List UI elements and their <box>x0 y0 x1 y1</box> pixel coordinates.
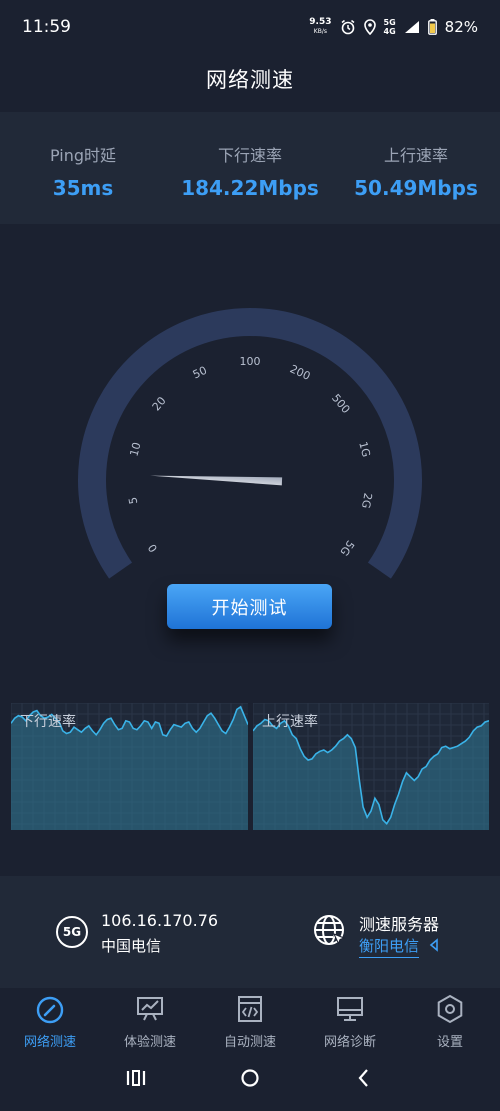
page-title: 网络测速 <box>206 68 294 92</box>
gauge-tick-label: 1G <box>356 440 373 458</box>
network-type-indicator: 5G 4G <box>384 18 396 36</box>
network-type-badge: 5G <box>56 916 88 948</box>
metrics-panel: Ping时延 35ms 下行速率 184.22Mbps 上行速率 50.49Mb… <box>0 112 500 224</box>
download-chart-label: 下行速率 <box>20 714 76 730</box>
gauge-tick-label: 0 <box>146 541 161 554</box>
gauge-tick-label: 2G <box>359 492 374 510</box>
gauge-tick-label: 10 <box>127 441 143 458</box>
nav-label: 网络诊断 <box>323 1035 376 1050</box>
upload-label: 上行速率 <box>383 146 448 165</box>
gauge-tick-label: 50 <box>191 364 209 382</box>
gauge-needle <box>150 475 283 486</box>
gauge-tick-label: 5G <box>337 538 357 558</box>
nav-label: 自动测速 <box>223 1035 276 1050</box>
speedometer-icon <box>36 996 64 1024</box>
recent-apps-icon[interactable] <box>125 1067 147 1089</box>
network-speed-unit: KB/s <box>313 28 327 35</box>
bottom-navigation: 网络测速 体验测速 自动测速 网络诊断 设置 <box>0 990 500 1052</box>
hexagon-settings-icon <box>437 994 463 1024</box>
ping-label: Ping时延 <box>49 146 117 165</box>
ping-value: 35ms <box>52 176 114 200</box>
nav-label: 体验测速 <box>123 1035 176 1050</box>
monitor-icon <box>337 997 363 1021</box>
gauge-tick-labels: 0 5 10 20 50 100 200 500 1G 2G 5G <box>126 355 374 558</box>
nav-tab-network-diagnosis[interactable]: 网络诊断 <box>300 990 400 1052</box>
location-icon <box>363 19 376 35</box>
start-test-button[interactable]: 开始测试 <box>167 584 332 629</box>
ip-address: 106.16.170.76 <box>101 911 219 930</box>
status-icons: 9.53 KB/s 5G 4G 82% <box>309 14 478 40</box>
nav-tab-auto-speedtest[interactable]: 自动测速 <box>200 990 300 1052</box>
globe-icon <box>314 915 346 945</box>
network-speed-indicator: 9.53 KB/s <box>309 18 331 36</box>
download-speed-chart: 下行速率 <box>11 703 248 830</box>
nav-label: 网络测速 <box>23 1035 76 1050</box>
battery-percentage: 82% <box>444 18 478 36</box>
code-file-icon <box>238 996 262 1022</box>
network-type-line1: 5G <box>383 18 396 27</box>
server-name-link[interactable]: 衡阳电信 <box>359 935 420 958</box>
nav-tab-settings[interactable]: 设置 <box>400 990 500 1052</box>
upload-value: 50.49Mbps <box>354 176 478 200</box>
battery-icon <box>427 19 437 35</box>
gauge-tick-label: 20 <box>150 394 169 413</box>
upload-metric: 上行速率 50.49Mbps <box>333 142 499 200</box>
gauge-tick-label: 5 <box>126 496 140 505</box>
download-metric: 下行速率 184.22Mbps <box>167 142 333 200</box>
server-select-arrow-icon[interactable] <box>429 938 439 952</box>
download-value: 184.22Mbps <box>181 176 319 200</box>
signal-strength-icon <box>404 21 419 33</box>
network-speed-value: 9.53 <box>309 17 332 27</box>
gauge-tick-label: 200 <box>288 362 313 383</box>
server-title: 测速服务器 <box>359 915 440 934</box>
gauge-tick-label: 100 <box>240 355 261 368</box>
carrier-name: 中国电信 <box>101 937 162 955</box>
speedometer-gauge: 0 5 10 20 50 100 200 500 1G 2G 5G <box>78 308 422 579</box>
network-type-line2: 4G <box>383 27 396 36</box>
status-time: 11:59 <box>22 17 71 37</box>
alarm-icon <box>341 19 354 35</box>
upload-chart-label: 上行速率 <box>262 714 318 730</box>
status-bar: 11:59 9.53 KB/s 5G 4G 82% <box>0 0 500 54</box>
back-icon[interactable] <box>353 1067 375 1089</box>
upload-speed-chart: 上行速率 <box>253 703 489 830</box>
download-label: 下行速率 <box>217 146 282 165</box>
ping-metric: Ping时延 35ms <box>0 142 166 200</box>
gauge-tick-label: 500 <box>329 392 352 416</box>
home-icon[interactable] <box>239 1067 261 1089</box>
nav-tab-experience-speedtest[interactable]: 体验测速 <box>100 990 200 1052</box>
nav-tab-network-speedtest[interactable]: 网络测速 <box>0 990 100 1052</box>
system-navigation-bar <box>0 1052 500 1111</box>
nav-label: 设置 <box>436 1035 463 1050</box>
trend-chart-icon <box>137 997 163 1021</box>
